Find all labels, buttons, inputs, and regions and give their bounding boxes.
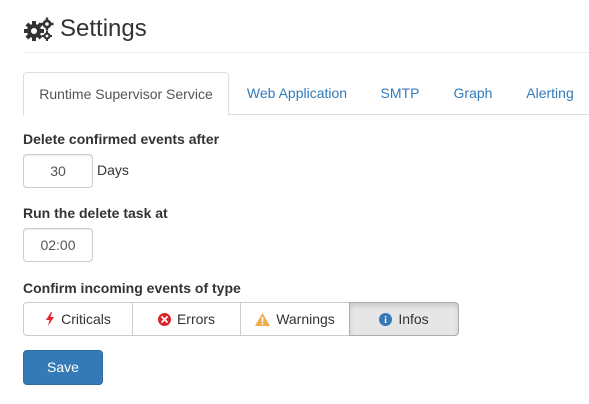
infos-label: Infos: [398, 311, 429, 327]
tab-graph[interactable]: Graph: [440, 72, 506, 115]
errors-label: Errors: [176, 311, 216, 327]
run-at-label: Run the delete task at: [23, 205, 168, 221]
run-at-time-input[interactable]: [23, 228, 93, 262]
info-circle-icon: [379, 312, 393, 326]
warnings-toggle[interactable]: Warnings: [240, 302, 350, 336]
delete-after-label: Delete confirmed events after: [23, 131, 220, 147]
settings-tabs: Runtime Supervisor Service Web Applicati…: [23, 72, 589, 116]
errors-toggle[interactable]: Errors: [132, 302, 241, 336]
bolt-icon: [45, 312, 55, 326]
criticals-toggle[interactable]: Criticals: [23, 302, 133, 336]
error-circle-icon: [157, 312, 171, 326]
days-unit-label: Days: [97, 162, 129, 178]
warnings-label: Warnings: [276, 311, 335, 327]
page-header: Settings: [24, 13, 147, 45]
gears-icon: [24, 17, 54, 41]
confirm-events-label: Confirm incoming events of type: [23, 280, 241, 296]
warning-triangle-icon: [255, 312, 271, 326]
tab-alerting[interactable]: Alerting: [511, 72, 589, 115]
infos-toggle[interactable]: Infos: [349, 302, 459, 336]
delete-after-days-input[interactable]: [23, 154, 93, 188]
tab-smtp[interactable]: SMTP: [365, 72, 435, 115]
header-divider: [23, 52, 589, 53]
event-type-toggle-group: Criticals Errors Warnings Infos: [23, 302, 459, 336]
tab-runtime-supervisor-service[interactable]: Runtime Supervisor Service: [23, 72, 229, 116]
criticals-label: Criticals: [61, 311, 111, 327]
tab-web-application[interactable]: Web Application: [233, 72, 361, 115]
save-button[interactable]: Save: [23, 350, 103, 385]
page-title: Settings: [60, 15, 147, 42]
